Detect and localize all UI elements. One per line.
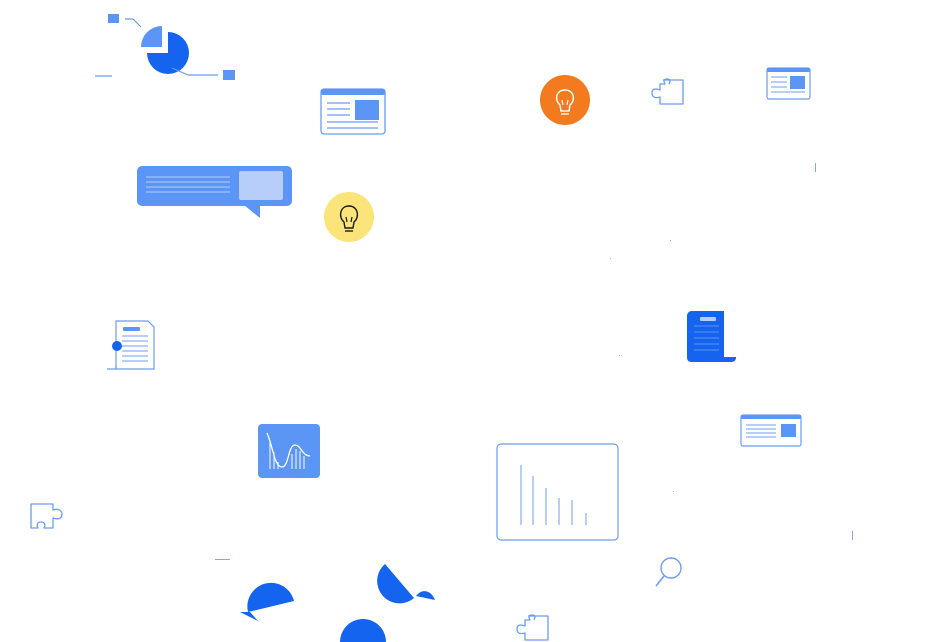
tick-mark — [815, 163, 816, 172]
illustration-canvas — [0, 0, 928, 642]
browser-window-icon — [320, 88, 387, 136]
lightbulb-icon — [540, 75, 590, 125]
semicircle-shape — [238, 582, 296, 623]
dash-mark — [215, 559, 230, 560]
browser-window-icon — [740, 414, 802, 447]
speck — [673, 491, 674, 492]
document-icon — [106, 320, 156, 372]
tick-mark — [852, 531, 853, 540]
semicircle-shape — [338, 619, 388, 642]
puzzle-piece-icon — [29, 502, 65, 530]
line-chart-icon — [258, 424, 320, 478]
semicircle-shape — [377, 563, 436, 604]
scroll-icon — [686, 310, 738, 364]
puzzle-piece-icon — [649, 78, 685, 106]
lightbulb-icon — [324, 192, 374, 242]
pie-chart-icon — [94, 10, 240, 84]
speck — [670, 240, 671, 241]
magnifier-icon — [654, 556, 684, 588]
chat-bubble-icon — [136, 165, 293, 219]
browser-window-icon — [766, 67, 811, 100]
puzzle-piece-icon — [514, 614, 550, 642]
speck — [619, 355, 620, 356]
speck — [610, 258, 611, 259]
bar-chart-icon — [496, 443, 619, 541]
